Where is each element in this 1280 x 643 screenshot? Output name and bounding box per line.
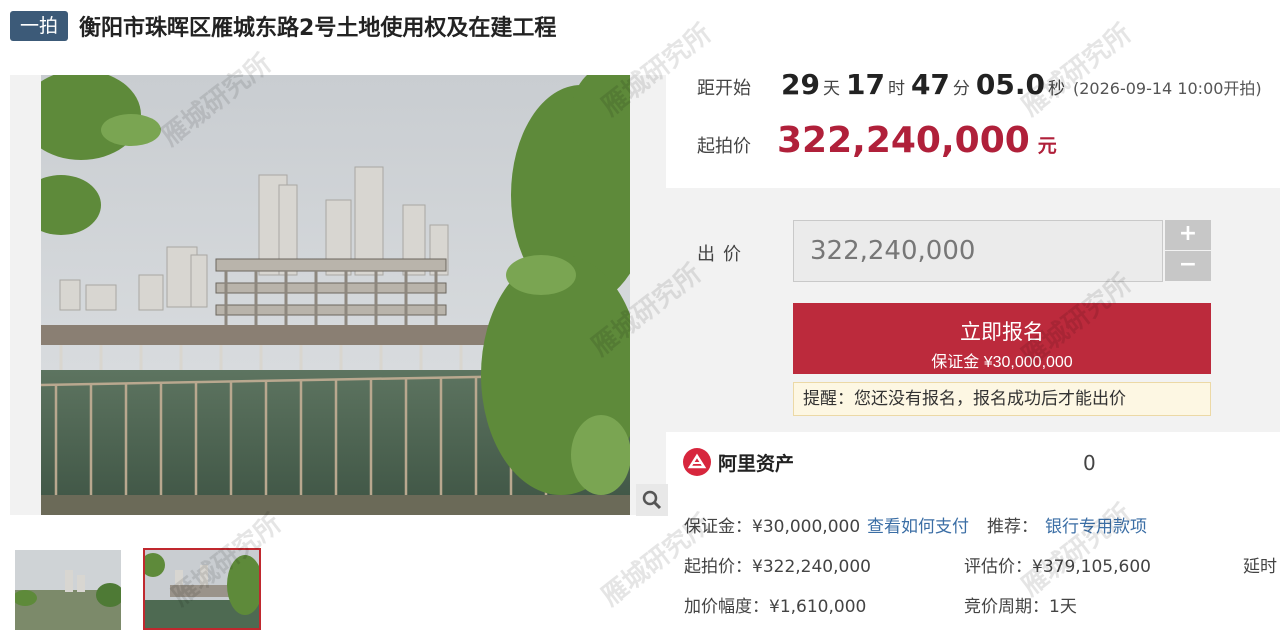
countdown-minutes: 47	[910, 68, 950, 101]
countdown-days-unit: 天	[822, 79, 840, 99]
image-gallery	[10, 75, 666, 515]
countdown-hours: 17	[845, 68, 885, 101]
thumbnail-image	[145, 550, 259, 628]
platform-brand: 阿里资产	[683, 446, 794, 478]
countdown-days: 29	[781, 68, 820, 101]
ali-assets-logo-icon	[683, 448, 711, 476]
detail-increment: 加价幅度：¥1,610,000	[684, 597, 867, 617]
countdown-hours-unit: 时	[887, 79, 905, 99]
countdown: 距开始 29 天 17 时 47 分 05.0 秒 (2026-09-14 10…	[697, 68, 1262, 108]
decrease-bid-button[interactable]: −	[1165, 251, 1211, 281]
registration-notice: 提醒：您还没有报名，报名成功后才能出价	[793, 382, 1211, 416]
how-to-pay-link[interactable]: 查看如何支付	[867, 512, 969, 537]
detail-cycle: 竞价周期：1天	[964, 597, 1077, 617]
auction-round-tag: 一拍	[10, 11, 69, 41]
starting-price-unit: 元	[1037, 135, 1057, 157]
countdown-seconds-unit: 秒	[1048, 79, 1065, 99]
register-deposit-text: 保证金 ¥30,000,000	[931, 353, 1073, 371]
countdown-label: 距开始	[697, 78, 751, 99]
deposit-info: 保证金：¥30,000,000	[684, 512, 860, 537]
starting-price-label: 起拍价	[697, 136, 751, 157]
bid-label: 出价	[697, 244, 749, 265]
bid-panel: 出价 + − 立即报名 保证金 ¥30,000,000 提醒：您还没有报名，报名…	[666, 188, 1280, 432]
auction-page: 一拍 衡阳市珠晖区雁城东路2号土地使用权及在建工程 距开始 29 天 17 时 …	[0, 0, 1280, 643]
page-title: 衡阳市珠晖区雁城东路2号土地使用权及在建工程	[79, 16, 557, 41]
starting-price-value: 322,240,000	[777, 120, 1030, 161]
platform-count: 0	[1083, 451, 1096, 475]
platform-name: 阿里资产	[718, 452, 795, 475]
magnifier-icon	[642, 490, 662, 510]
countdown-minutes-unit: 分	[952, 79, 970, 99]
main-photo[interactable]	[41, 75, 630, 515]
construction-site-photo	[41, 75, 630, 515]
countdown-seconds: 05.0	[975, 68, 1045, 101]
register-button[interactable]: 立即报名 保证金 ¥30,000,000	[793, 303, 1211, 374]
detail-eval-price: 评估价：¥379,105,600	[964, 557, 1151, 577]
thumbnail-image	[15, 550, 121, 630]
deposit-text: 保证金：¥30,000,000	[684, 517, 861, 537]
detail-delay: 延时	[1243, 557, 1277, 577]
bank-account-link[interactable]: 银行专用款项	[1045, 512, 1147, 537]
increase-bid-button[interactable]: +	[1165, 220, 1211, 250]
detail-start-price: 起拍价：¥322,240,000	[684, 557, 871, 577]
recommend-label: 推荐：	[987, 517, 1038, 537]
watermark: 雁城研究所	[1016, 498, 1138, 603]
starting-price-row: 起拍价 322,240,000 元	[697, 120, 1057, 161]
auction-start-time: (2026-09-14 10:00开拍)	[1073, 79, 1262, 98]
title-row: 一拍 衡阳市珠晖区雁城东路2号土地使用权及在建工程	[10, 10, 556, 42]
thumbnail-2-selected[interactable]	[143, 548, 261, 630]
bid-amount-input[interactable]	[793, 220, 1163, 282]
register-button-label: 立即报名	[960, 320, 1044, 344]
thumbnail-1[interactable]	[15, 550, 121, 630]
zoom-button[interactable]	[636, 484, 668, 516]
